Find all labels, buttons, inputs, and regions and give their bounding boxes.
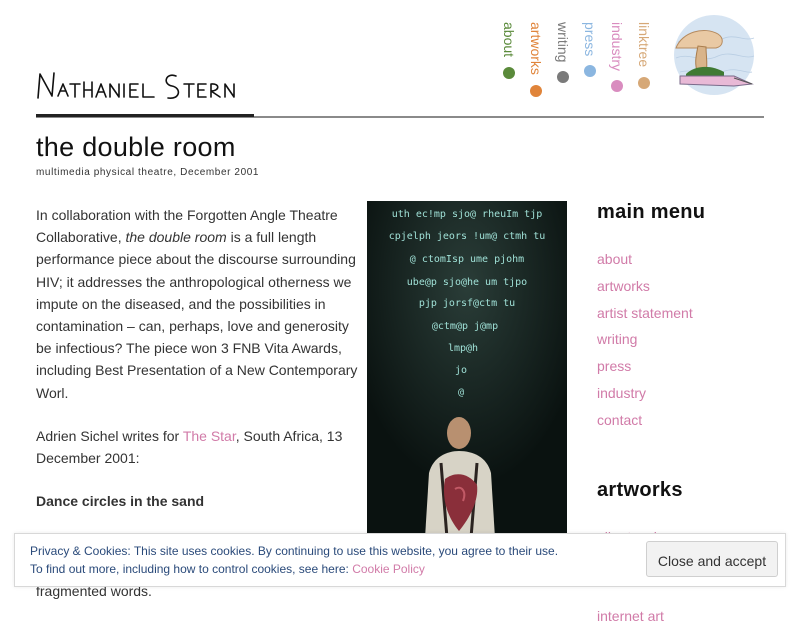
main-menu-item-industry[interactable]: industry [597, 380, 777, 407]
top-nav-label: linktree [636, 22, 652, 68]
main-menu-list: about artworks artist statement writing … [597, 246, 777, 434]
main-menu-item-press[interactable]: press [597, 353, 777, 380]
cookie-line-2: To find out more, including how to contr… [30, 560, 558, 578]
performance-photo: uth ec!mp sjo@ rheuIm tjp cpjelph jeors … [367, 201, 567, 538]
nav-dot-icon [503, 67, 515, 79]
main-menu-item-writing[interactable]: writing [597, 326, 777, 353]
top-nav-industry[interactable]: industry [606, 22, 628, 102]
top-nav-label: writing [555, 22, 571, 63]
signature-logo [37, 72, 235, 99]
top-nav-label: about [501, 22, 517, 58]
projected-text-line: lmp@h [448, 343, 478, 354]
artworks-heading: artworks [597, 478, 683, 501]
cookie-line-2-text: To find out more, including how to contr… [30, 562, 353, 576]
projected-text-line: @ ctomIsp ume pjohm [410, 254, 524, 265]
top-nav-label: industry [609, 22, 625, 72]
site-signature[interactable] [30, 62, 256, 116]
projected-text-line: ube@p sjo@he um tjpo [407, 277, 527, 288]
signature-underline [36, 114, 254, 117]
main-menu-item-contact[interactable]: contact [597, 407, 777, 434]
close-and-accept-button[interactable]: Close and accept [646, 541, 778, 577]
review-heading: Dance circles in the sand [36, 493, 205, 510]
site-logo[interactable] [664, 12, 764, 98]
projected-text-line: @ctm@p j@mp [432, 321, 498, 332]
main-menu-item-artworks[interactable]: artworks [597, 273, 777, 300]
nav-dot-icon [584, 65, 596, 77]
artworks-item-internet-art[interactable]: internet art [597, 603, 777, 630]
work-title-italic: the double room [125, 229, 227, 246]
nav-dot-icon [638, 77, 650, 89]
review-intro-paragraph: Adrien Sichel writes for The Star, South… [36, 425, 366, 469]
cookie-banner: Privacy & Cookies: This site uses cookie… [14, 533, 786, 587]
top-nav-artworks[interactable]: artworks [525, 22, 547, 102]
projected-text-line: cpjelph jeors !um@ ctmh tu [389, 231, 546, 242]
mushroom-logo-icon [674, 15, 755, 95]
top-nav-press[interactable]: press [579, 22, 601, 102]
top-nav-linktree[interactable]: linktree [633, 22, 655, 102]
the-star-link[interactable]: The Star [183, 428, 236, 444]
intro-text-continued: is a full length performance piece about… [36, 229, 358, 401]
top-nav-label: press [582, 22, 598, 57]
intro-paragraph: In collaboration with the Forgotten Angl… [36, 204, 366, 404]
projected-text-line: jo [455, 365, 467, 376]
article-body: In collaboration with the Forgotten Angl… [36, 204, 366, 599]
cookie-line-1: Privacy & Cookies: This site uses cookie… [30, 544, 559, 558]
cookie-notice-text: Privacy & Cookies: This site uses cookie… [30, 542, 558, 578]
nav-dot-icon [530, 85, 542, 97]
projected-text-line: uth ec!mp sjo@ rheuIm tjp [392, 209, 543, 220]
nav-dot-icon [557, 71, 569, 83]
review-intro-text: Adrien Sichel writes for [36, 427, 183, 444]
page-subtitle: multimedia physical theatre, December 20… [36, 167, 260, 178]
projected-text-line: @ [458, 387, 464, 398]
main-menu-item-about[interactable]: about [597, 246, 777, 273]
main-menu-item-artist-statement[interactable]: artist statement [597, 300, 777, 327]
page-title: the double room [36, 132, 236, 162]
projected-text-line: pjp jorsf@ctm tu [419, 298, 515, 309]
top-nav-about[interactable]: about [498, 22, 520, 102]
main-menu-heading: main menu [597, 201, 706, 223]
top-nav-writing[interactable]: writing [552, 22, 574, 102]
top-nav-label: artworks [528, 22, 544, 75]
nav-dot-icon [611, 80, 623, 92]
cookie-policy-link[interactable]: Cookie Policy [352, 562, 425, 576]
performance-photo-image: uth ec!mp sjo@ rheuIm tjp cpjelph jeors … [367, 201, 567, 538]
